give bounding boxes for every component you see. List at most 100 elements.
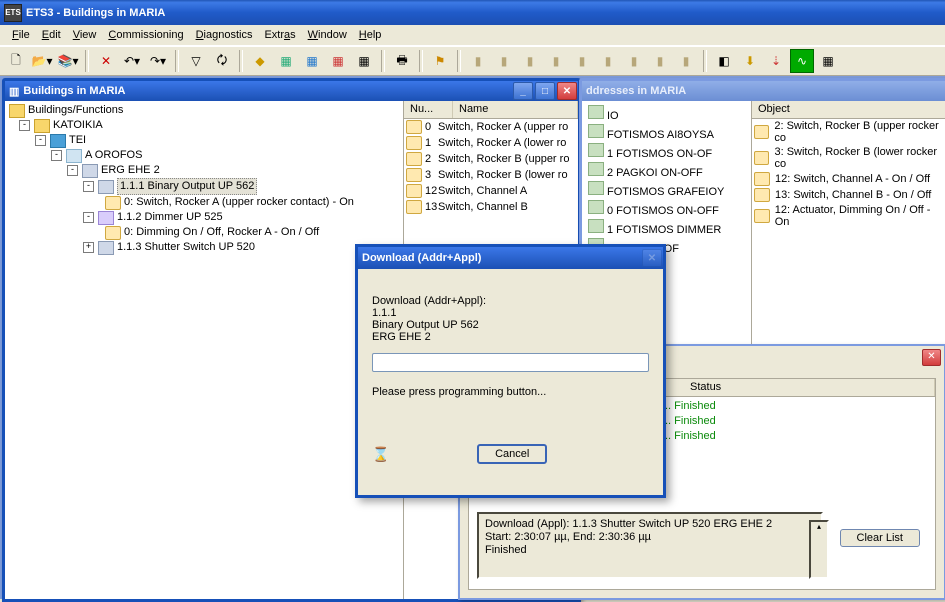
tree-katoikia[interactable]: KATOIKIA bbox=[53, 118, 103, 133]
collapse-icon[interactable]: - bbox=[83, 181, 94, 192]
object-icon bbox=[406, 152, 422, 166]
list-item[interactable]: 2Switch, Rocker B (upper ro bbox=[404, 151, 578, 167]
close-button[interactable]: ✕ bbox=[557, 82, 577, 100]
redo-icon[interactable]: ↷▾ bbox=[146, 49, 170, 73]
close-icon[interactable]: ✕ bbox=[922, 349, 941, 366]
delete-icon[interactable]: ✕ bbox=[94, 49, 118, 73]
open-icon[interactable]: 📂▾ bbox=[30, 49, 54, 73]
view3-icon[interactable]: ▦ bbox=[326, 49, 350, 73]
collapse-icon[interactable]: - bbox=[19, 120, 30, 131]
t8-icon[interactable]: ▮ bbox=[648, 49, 672, 73]
col-status-header[interactable]: Status bbox=[684, 379, 935, 396]
address-item[interactable]: IO bbox=[584, 105, 749, 124]
tree-pane[interactable]: Buildings/Functions -KATOIKIA -TEI -A OR… bbox=[5, 101, 404, 599]
view4-icon[interactable]: ▦ bbox=[352, 49, 376, 73]
list-item[interactable]: 13: Switch, Channel B - On / Off bbox=[752, 187, 945, 203]
filter-icon[interactable]: ▽ bbox=[184, 49, 208, 73]
list-item[interactable]: 3: Switch, Rocker B (lower rocker co bbox=[752, 145, 945, 171]
scope4-icon[interactable]: ∿ bbox=[790, 49, 814, 73]
download-titlebar[interactable]: Download (Addr+Appl) ✕ bbox=[358, 247, 663, 269]
collapse-icon[interactable]: - bbox=[83, 212, 94, 223]
t5-icon[interactable]: ▮ bbox=[570, 49, 594, 73]
tree-leaf[interactable]: 0: Dimming On / Off, Rocker A - On / Off bbox=[9, 225, 319, 240]
row-name: Switch, Channel A bbox=[438, 185, 576, 197]
t9-icon[interactable]: ▮ bbox=[674, 49, 698, 73]
minimize-button[interactable]: _ bbox=[513, 82, 533, 100]
tree-leaf[interactable]: 1: Dimming, Rocker A - Brighter / Darker bbox=[319, 225, 404, 240]
collapse-icon[interactable]: - bbox=[51, 150, 62, 161]
address-item[interactable]: 2 PAGKOI ON-OFF bbox=[584, 162, 749, 181]
flag-icon[interactable]: ⚑ bbox=[428, 49, 452, 73]
col-name-header[interactable]: Name bbox=[453, 101, 578, 118]
t6-icon[interactable]: ▮ bbox=[596, 49, 620, 73]
list-item[interactable]: 12: Switch, Channel A - On / Off bbox=[752, 171, 945, 187]
group-icon bbox=[588, 219, 604, 233]
list-item[interactable]: 12Switch, Channel A bbox=[404, 183, 578, 199]
address-item[interactable]: FOTISMOS GRAFEIOY bbox=[584, 181, 749, 200]
row-label: 12: Actuator, Dimming On / Off - On bbox=[775, 204, 945, 228]
refresh-icon[interactable]: 🗘 bbox=[210, 49, 234, 73]
highlight-icon[interactable]: ◆ bbox=[248, 49, 272, 73]
t3-icon[interactable]: ▮ bbox=[518, 49, 542, 73]
object-list[interactable]: 0Switch, Rocker A (upper ro1Switch, Rock… bbox=[404, 119, 578, 215]
menu-file[interactable]: File bbox=[6, 27, 36, 43]
list-item[interactable]: 12: Actuator, Dimming On / Off - On bbox=[752, 203, 945, 229]
t4-icon[interactable]: ▮ bbox=[544, 49, 568, 73]
log-scrollbar[interactable]: ▴ bbox=[809, 520, 829, 579]
t7-icon[interactable]: ▮ bbox=[622, 49, 646, 73]
clear-list-button[interactable]: Clear List bbox=[840, 529, 920, 547]
cancel-button[interactable]: Cancel bbox=[477, 444, 547, 464]
collapse-icon[interactable]: - bbox=[35, 135, 46, 146]
app-icon: ETS bbox=[4, 4, 22, 22]
menu-window[interactable]: Window bbox=[302, 27, 353, 43]
tree-leaf[interactable]: 0: Switch, Rocker A (upper rocker contac… bbox=[9, 195, 354, 210]
tree-device-112[interactable]: 1.1.2 Dimmer UP 525 bbox=[117, 210, 223, 225]
menu-view[interactable]: View bbox=[67, 27, 103, 43]
col-number-header[interactable]: Nu... bbox=[404, 101, 453, 118]
view1-icon[interactable]: ▦ bbox=[274, 49, 298, 73]
group-icon bbox=[588, 143, 604, 157]
menu-diagnostics[interactable]: Diagnostics bbox=[190, 27, 259, 43]
list-item[interactable]: 1Switch, Rocker A (lower ro bbox=[404, 135, 578, 151]
buildings-titlebar[interactable]: ▥ Buildings in MARIA _ □ ✕ bbox=[5, 81, 578, 101]
tree-erg[interactable]: ERG EHE 2 bbox=[101, 163, 160, 178]
tree-device-113[interactable]: 1.1.3 Shutter Switch UP 520 bbox=[117, 240, 255, 255]
scope1-icon[interactable]: ◧ bbox=[712, 49, 736, 73]
col-object-header[interactable]: Object bbox=[752, 101, 945, 118]
list-item[interactable]: 13Switch, Channel B bbox=[404, 199, 578, 215]
maximize-button[interactable]: □ bbox=[535, 82, 555, 100]
tree-leaf[interactable]: 1: Switch, Rocker A (lower rocker contac… bbox=[354, 195, 404, 210]
scope5-icon[interactable]: ▦ bbox=[816, 49, 840, 73]
room-icon bbox=[82, 164, 98, 178]
t2-icon[interactable]: ▮ bbox=[492, 49, 516, 73]
address-item[interactable]: FOTISMOS AI8OYSA bbox=[584, 124, 749, 143]
list-item[interactable]: 2: Switch, Rocker B (upper rocker co bbox=[752, 119, 945, 145]
menu-help[interactable]: Help bbox=[353, 27, 388, 43]
menu-edit[interactable]: Edit bbox=[36, 27, 67, 43]
expand-icon[interactable]: + bbox=[83, 242, 94, 253]
t1-icon[interactable]: ▮ bbox=[466, 49, 490, 73]
address-item[interactable]: 1 FOTISMOS DIMMER bbox=[584, 219, 749, 238]
scope2-icon[interactable]: ⬇ bbox=[738, 49, 762, 73]
tree-root[interactable]: Buildings/Functions bbox=[28, 103, 123, 118]
right-object-list[interactable]: 2: Switch, Rocker B (upper rocker co3: S… bbox=[752, 119, 945, 229]
addresses-titlebar[interactable]: ddresses in MARIA bbox=[582, 81, 945, 101]
object-icon bbox=[406, 120, 422, 134]
tree-aorofos[interactable]: A OROFOS bbox=[85, 148, 142, 163]
menu-commissioning[interactable]: Commissioning bbox=[102, 27, 189, 43]
list-item[interactable]: 3Switch, Rocker B (lower ro bbox=[404, 167, 578, 183]
new-icon[interactable]: 🗋 bbox=[4, 49, 28, 73]
address-item[interactable]: 1 FOTISMOS ON-OF bbox=[584, 143, 749, 162]
book-icon[interactable]: 📚▾ bbox=[56, 49, 80, 73]
tree-device-111[interactable]: 1.1.1 Binary Output UP 562 bbox=[117, 178, 257, 195]
collapse-icon[interactable]: - bbox=[67, 165, 78, 176]
print-icon[interactable]: 🖶 bbox=[390, 49, 414, 73]
device-icon bbox=[98, 180, 114, 194]
list-item[interactable]: 0Switch, Rocker A (upper ro bbox=[404, 119, 578, 135]
menu-extras[interactable]: Extras bbox=[258, 27, 301, 43]
address-item[interactable]: 0 FOTISMOS ON-OFF bbox=[584, 200, 749, 219]
scope3-icon[interactable]: ⇣ bbox=[764, 49, 788, 73]
tree-tei[interactable]: TEI bbox=[69, 133, 86, 148]
view2-icon[interactable]: ▦ bbox=[300, 49, 324, 73]
undo-icon[interactable]: ↶▾ bbox=[120, 49, 144, 73]
